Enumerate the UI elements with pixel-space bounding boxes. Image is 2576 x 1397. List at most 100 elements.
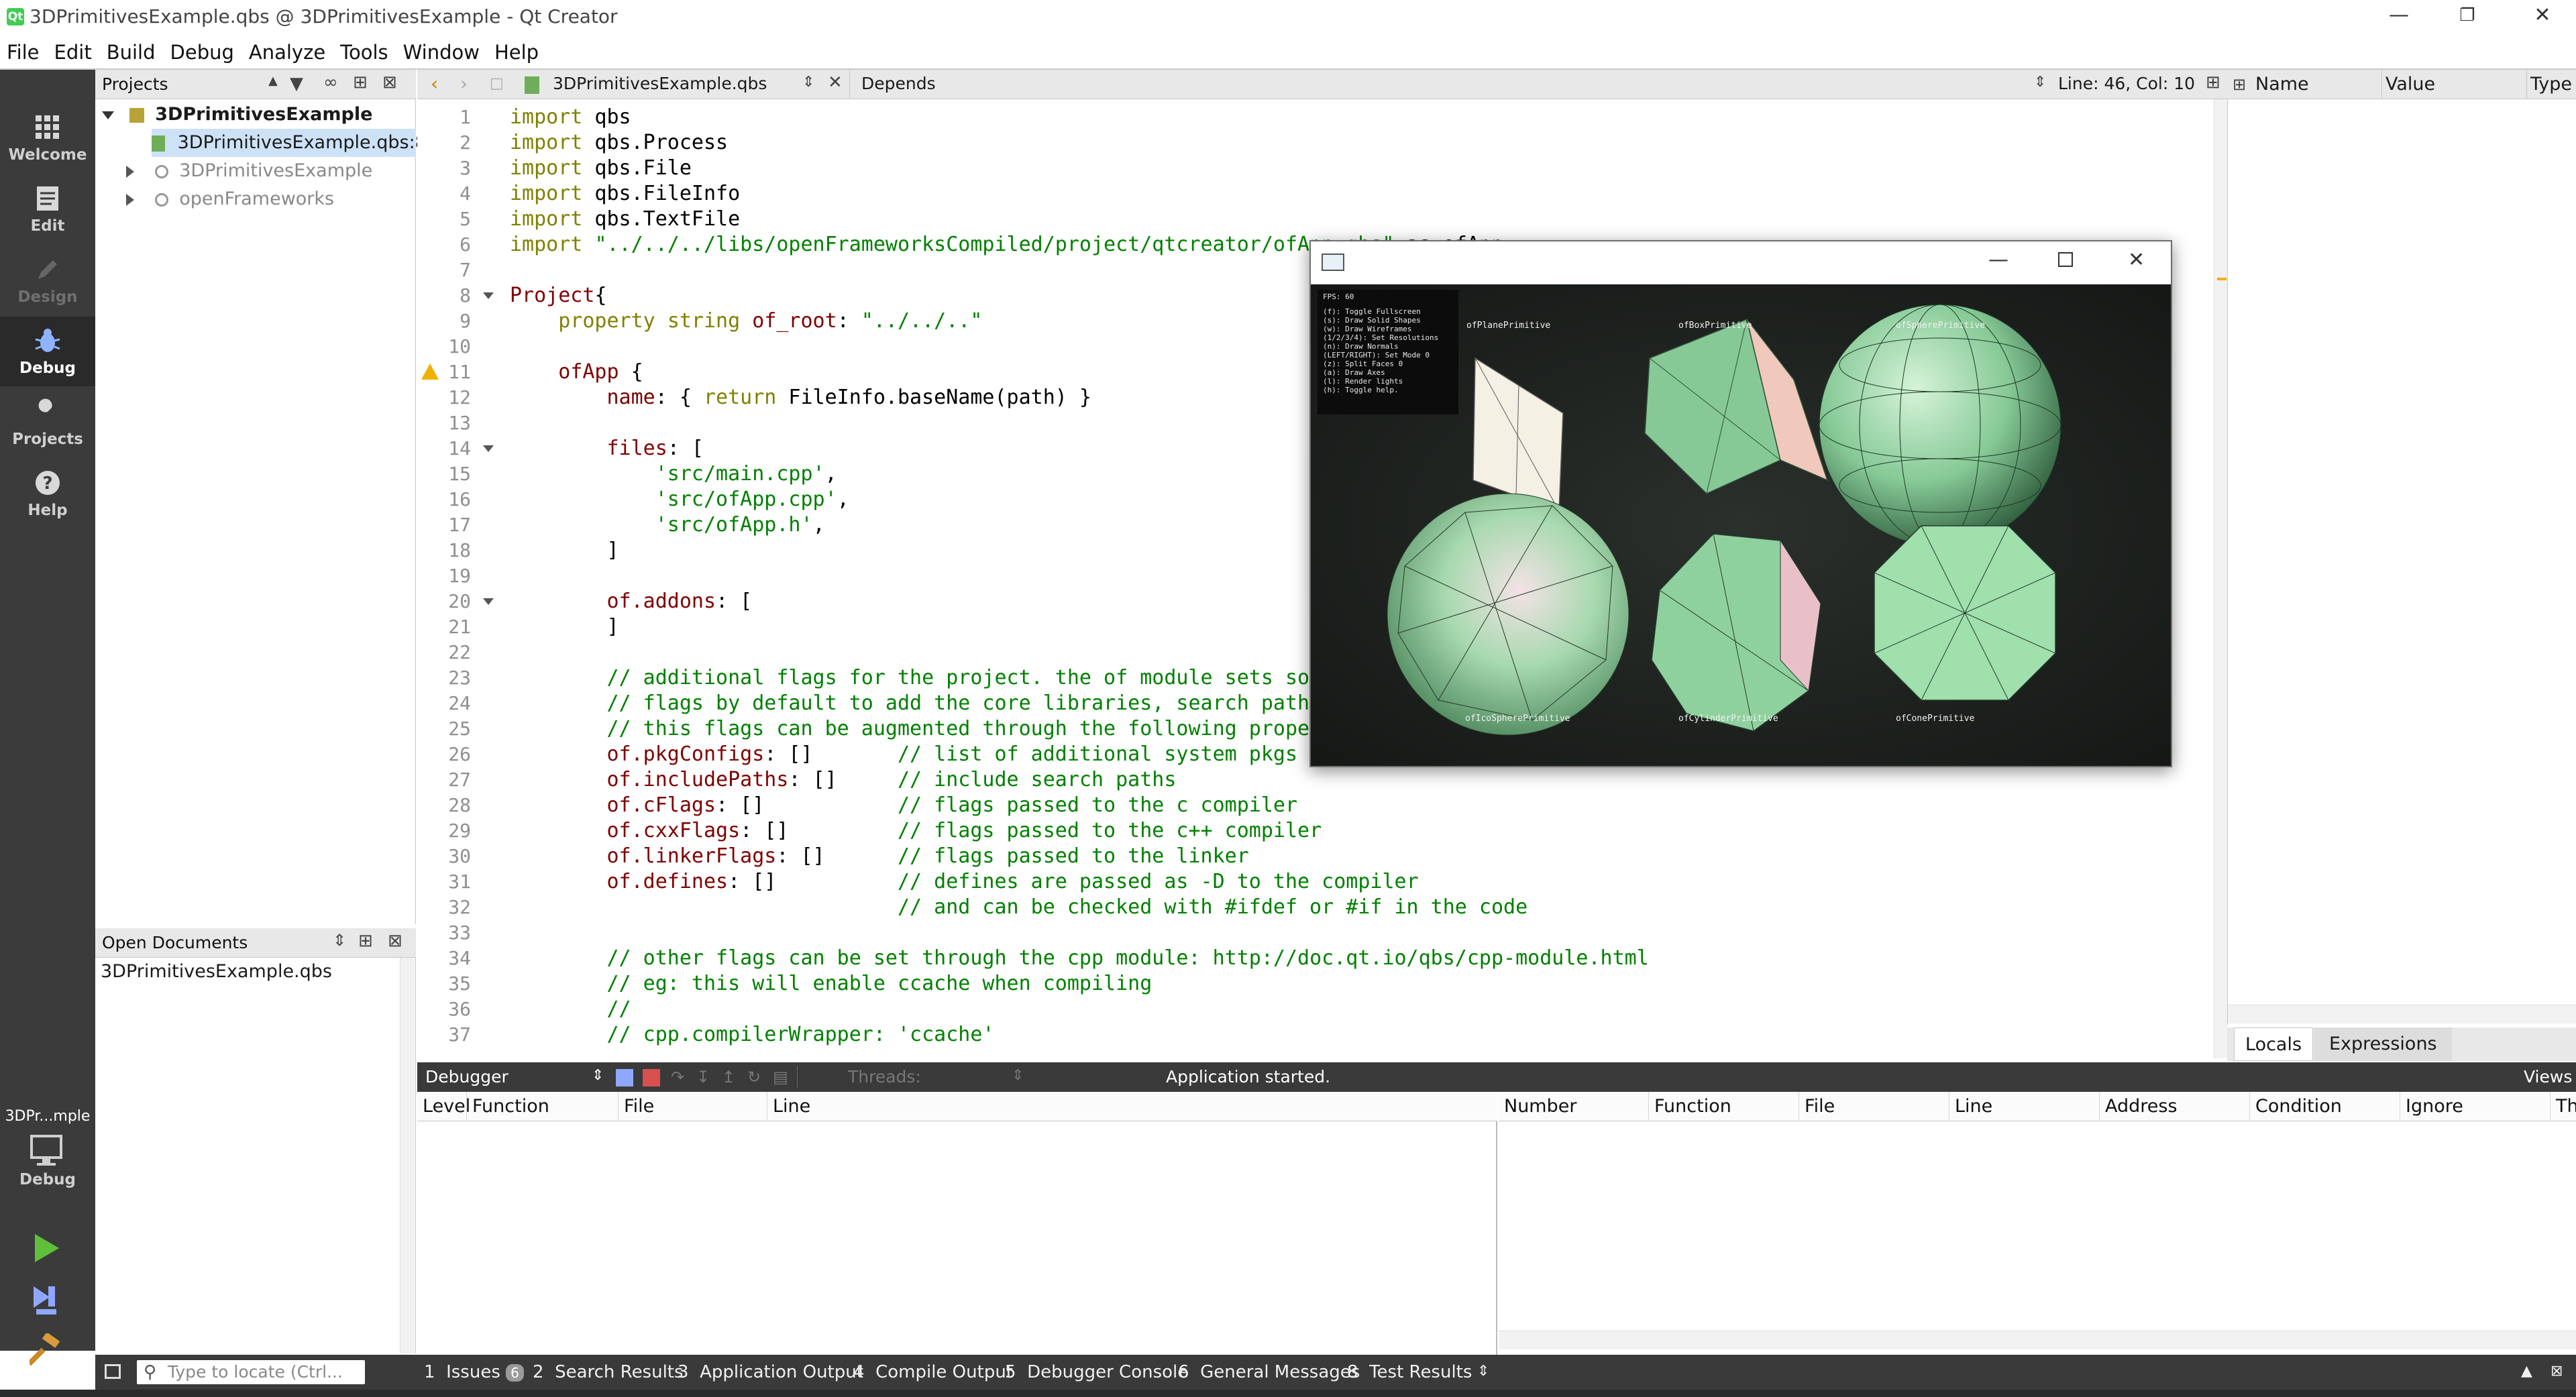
tree-item-project-root[interactable]: 3DPrimitivesExample [102,101,411,129]
open-documents-title[interactable]: Open Documents [102,933,248,952]
output-tab-debugger-console[interactable]: 5 Debugger Console [1005,1355,1188,1390]
operate-by-instruction-icon[interactable]: ▤ [773,1068,788,1086]
menu-file[interactable]: File [7,41,40,64]
code-line[interactable]: name: { return FileInfo.baseName(path) } [510,385,1091,410]
updown-icon[interactable]: ⇕ [333,931,346,950]
split-icon[interactable]: ⊞ [353,72,368,93]
editor-scrollbar[interactable] [2214,99,2227,1058]
continue-icon[interactable] [616,1069,633,1086]
line-number[interactable]: 33 [417,920,471,946]
line-number[interactable]: 5 [417,207,471,232]
render-canvas[interactable]: FPS: 60 (f): Toggle Fullscreen (s): Draw… [1311,284,2171,766]
code-line[interactable]: // [510,997,631,1022]
close-pane-icon[interactable]: ⊠ [388,931,402,951]
column-threads[interactable]: Th [2551,1092,2576,1121]
code-line[interactable]: of.defines: [] // defines are passed as … [510,869,1419,895]
menu-analyze[interactable]: Analyze [249,41,325,64]
code-line[interactable]: // and can be checked with #ifdef or #if… [510,895,1527,920]
close-pane-icon[interactable]: ⊠ [382,72,397,93]
minimize-button[interactable]: — [2365,0,2432,34]
split-icon[interactable]: ⊞ [358,931,373,951]
app-maximize-button[interactable] [2058,252,2073,267]
line-number[interactable]: 36 [417,997,471,1022]
code-line[interactable]: 'src/ofApp.h', [510,512,825,538]
collapse-arrow-icon[interactable] [126,193,134,206]
column-name[interactable]: Name [2234,74,2309,95]
updown-icon[interactable]: ▲ [268,74,278,88]
updown-icon[interactable]: ⇕ [592,1067,604,1084]
column-value[interactable]: Value [2385,74,2435,95]
code-line[interactable]: of.pkgConfigs: [] // list of additional … [510,742,1431,767]
run-icon[interactable] [30,1231,63,1265]
restart-icon[interactable]: ↻ [747,1068,761,1086]
more-tabs-icon[interactable]: ⇕ [1477,1363,1489,1380]
build-hammer-icon[interactable] [30,1333,63,1367]
fold-marker-icon[interactable] [483,292,494,299]
debugger-selector[interactable]: Debugger [425,1067,508,1086]
collapse-arrow-icon[interactable] [126,165,134,178]
app-close-button[interactable]: ✕ [2128,248,2145,272]
code-line[interactable]: ofApp { [510,359,643,385]
code-line[interactable]: of.includePaths: [] // include search pa… [510,767,1177,793]
menu-edit[interactable]: Edit [54,41,92,64]
warning-icon[interactable] [421,364,439,380]
forward-arrow-icon[interactable]: › [460,72,468,95]
output-tab-application-output[interactable]: 3 Application Output [678,1355,863,1390]
code-line[interactable]: // this flags can be augmented through t… [510,716,1383,742]
code-line[interactable]: // additional flags for the project. the… [510,665,1334,691]
column-line[interactable]: Line [767,1092,1496,1121]
line-number[interactable]: 6 [417,232,471,258]
symbol-selector[interactable]: Depends [861,74,936,93]
column-condition[interactable]: Condition [2250,1092,2400,1121]
code-line[interactable]: property string of_root: "../../.." [510,309,982,334]
line-number[interactable]: 18 [417,538,471,563]
toggle-sidebar-icon[interactable] [105,1364,121,1379]
menu-help[interactable]: Help [494,41,539,64]
mode-edit[interactable]: Edit [0,174,95,244]
code-line[interactable]: of.addons: [ [510,589,753,614]
line-number[interactable]: 13 [417,410,471,436]
locator-input[interactable]: ⚲ Type to locate (Ctrl... [137,1360,365,1384]
horizontal-scrollbar[interactable] [1499,1331,2576,1349]
projects-view-selector[interactable]: Projects [102,74,168,94]
line-number[interactable]: 34 [417,946,471,971]
mode-help[interactable]: ? Help [0,459,95,528]
split-editor-icon[interactable]: ⊞ [2206,72,2220,93]
code-line[interactable]: // eg: this will enable ccache when comp… [510,971,1152,997]
close-button[interactable]: ✕ [2509,0,2576,34]
output-tab-issues[interactable]: 1 Issues 6 [424,1355,524,1390]
line-number[interactable]: 25 [417,716,471,742]
code-line[interactable]: import qbs.File [510,156,692,181]
code-line[interactable]: import qbs.FileInfo [510,181,740,207]
back-arrow-icon[interactable]: ‹ [431,72,438,95]
output-tab-general-messages[interactable]: 6 General Messages [1178,1355,1360,1390]
code-line[interactable]: of.cFlags: [] // flags passed to the c c… [510,793,1298,818]
column-function[interactable]: Function [1649,1092,1799,1121]
column-address[interactable]: Address [2100,1092,2250,1121]
tree-item-openframeworks[interactable]: openFrameworks [126,185,408,213]
line-number[interactable]: 16 [417,487,471,512]
updown-icon[interactable]: ⇕ [1012,1067,1024,1084]
line-number[interactable]: 15 [417,461,471,487]
line-number[interactable]: 23 [417,665,471,691]
line-number[interactable]: 21 [417,614,471,640]
column-function[interactable]: Function [467,1092,619,1121]
menu-debug[interactable]: Debug [170,41,234,64]
line-number[interactable]: 27 [417,767,471,793]
open-document-item[interactable]: 3DPrimitivesExample.qbs [101,958,396,986]
column-file[interactable]: File [1799,1092,1949,1121]
updown-icon[interactable]: ⇕ [802,74,814,91]
code-line[interactable]: Project{ [510,283,607,309]
tree-item-product[interactable]: 3DPrimitivesExample [126,157,408,185]
line-number[interactable]: 12 [417,385,471,410]
document-selector[interactable]: 3DPrimitivesExample.qbs [553,74,767,93]
line-number[interactable]: 28 [417,793,471,818]
line-number[interactable]: 9 [417,309,471,334]
column-line[interactable]: Line [1949,1092,2100,1121]
updown-icon[interactable]: ⇕ [2034,74,2046,91]
line-number[interactable]: 29 [417,818,471,844]
menu-build[interactable]: Build [107,41,156,64]
line-number[interactable]: 14 [417,436,471,461]
column-number[interactable]: Number [1499,1092,1649,1121]
line-number[interactable]: 31 [417,869,471,895]
